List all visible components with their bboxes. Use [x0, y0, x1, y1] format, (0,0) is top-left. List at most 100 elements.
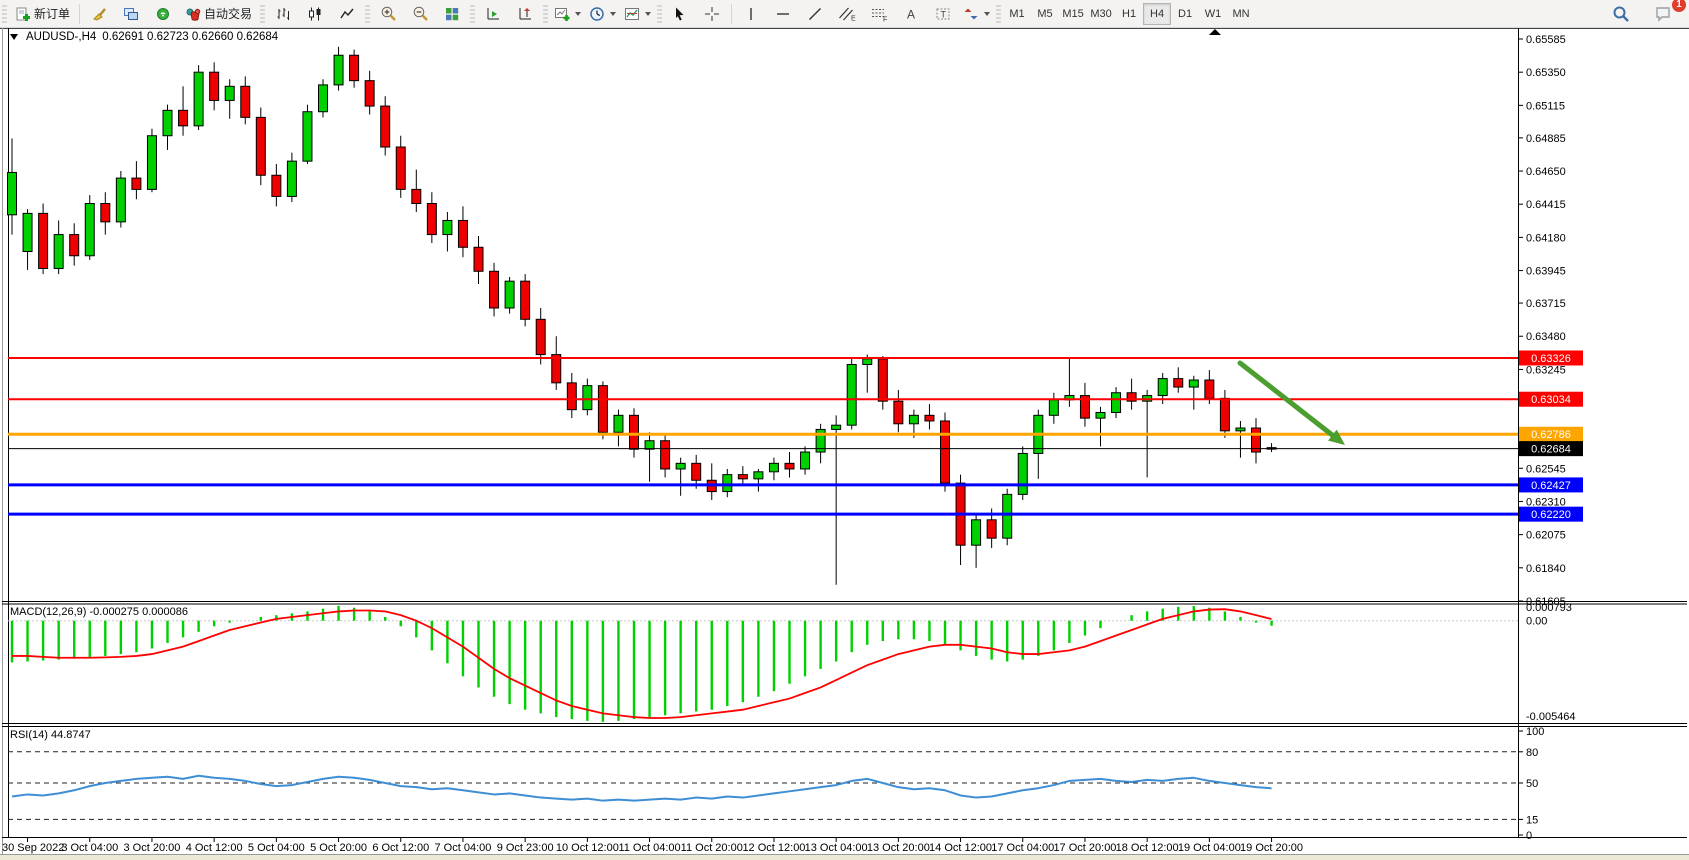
- chart-symbol-period: AUDUSD-,H4: [26, 31, 96, 43]
- clock-icon: [589, 6, 605, 22]
- toolbar-grip: [260, 5, 265, 23]
- auto-scroll-button[interactable]: [477, 2, 509, 26]
- new-chart-icon: [554, 6, 570, 22]
- auto-scroll-icon: [485, 6, 501, 22]
- label-tool-button[interactable]: T: [927, 2, 959, 26]
- market-watch-button[interactable]: [83, 2, 115, 26]
- autotrade-button[interactable]: 自动交易: [179, 2, 258, 26]
- text-tool-glyph: A: [907, 7, 915, 21]
- bar-chart-button[interactable]: [267, 2, 299, 26]
- macd-signal-value: 0.000086: [142, 606, 188, 618]
- timeframe-h4-button[interactable]: H4: [1143, 3, 1171, 25]
- notification-badge: 1: [1672, 0, 1686, 12]
- chart-ohlc-values: 0.62691 0.62723 0.62660 0.62684: [102, 31, 278, 43]
- bar-chart-icon: [275, 6, 291, 22]
- chart-shift-icon: [517, 6, 533, 22]
- chat-bubble-icon: [1654, 5, 1672, 23]
- timeframe-m5-button[interactable]: M5: [1031, 3, 1059, 25]
- channel-glyph: E: [851, 15, 856, 22]
- timeframe-m30-button[interactable]: M30: [1087, 3, 1115, 25]
- toolbar-grip: [543, 5, 548, 23]
- notifications-button[interactable]: 1: [1647, 2, 1679, 26]
- chart-shift-button[interactable]: [509, 2, 541, 26]
- chevron-down-icon: [645, 12, 651, 16]
- toolbar-grip: [2, 5, 7, 23]
- periods-button[interactable]: [585, 2, 620, 26]
- timeframe-w1-button[interactable]: W1: [1199, 3, 1227, 25]
- indicators-button[interactable]: [620, 2, 655, 26]
- search-button[interactable]: [1605, 2, 1637, 26]
- signal-icon: [155, 6, 171, 22]
- channel-tool-button[interactable]: E: [831, 2, 863, 26]
- text-tool-button[interactable]: A: [895, 2, 927, 26]
- vertical-line-icon: [743, 6, 759, 22]
- cursor-tool-button[interactable]: [664, 2, 696, 26]
- toolbar-grip: [996, 5, 1001, 23]
- candlestick-icon: [307, 6, 323, 22]
- cursor-icon: [672, 6, 688, 22]
- time-axis[interactable]: [0, 838, 1518, 856]
- toolbar-grip: [470, 5, 475, 23]
- rsi-name: RSI(14): [10, 729, 48, 741]
- arrows-icon: [963, 6, 979, 22]
- price-axis[interactable]: [1518, 28, 1689, 838]
- chart-canvas[interactable]: [8, 28, 1518, 602]
- terminal-button[interactable]: [115, 2, 147, 26]
- new-order-icon: [15, 6, 31, 22]
- arrows-tool-button[interactable]: [959, 2, 994, 26]
- macd-value: -0.000275: [89, 606, 139, 618]
- search-icon: [1612, 5, 1630, 23]
- zoom-in-button[interactable]: [372, 2, 404, 26]
- chevron-down-icon: [575, 12, 581, 16]
- candlestick-chart-button[interactable]: [299, 2, 331, 26]
- zoom-out-button[interactable]: [404, 2, 436, 26]
- macd-histogram: [12, 606, 1272, 722]
- chevron-down-icon: [984, 12, 990, 16]
- timeframe-mn-button[interactable]: MN: [1227, 3, 1255, 25]
- fibonacci-tool-button[interactable]: F: [863, 2, 895, 26]
- label-tool-glyph: T: [941, 9, 947, 19]
- timeframe-m1-button[interactable]: M1: [1003, 3, 1031, 25]
- divider: [79, 4, 80, 24]
- toolbar: 新订单 自动交易: [0, 0, 1689, 28]
- rsi-indicator-label: RSI(14) 44.8747: [10, 729, 91, 741]
- channel-icon: E: [838, 6, 856, 22]
- divider: [731, 4, 732, 24]
- new-order-label: 新订单: [34, 5, 70, 22]
- broom-icon: [91, 6, 107, 22]
- rsi-value: 44.8747: [51, 729, 91, 741]
- toolbar-grip: [365, 5, 370, 23]
- fibo-glyph: F: [883, 16, 887, 22]
- macd-indicator-label: MACD(12,26,9) -0.000275 0.000086: [10, 606, 188, 618]
- crosshair-tool-button[interactable]: [696, 2, 728, 26]
- macd-signal-line: [12, 609, 1272, 718]
- timeframe-d1-button[interactable]: D1: [1171, 3, 1199, 25]
- horizontal-line-icon: [775, 6, 791, 22]
- indicators-icon: [624, 6, 640, 22]
- windows-icon: [123, 6, 139, 22]
- zoom-out-icon: [412, 5, 429, 22]
- trendline-icon: [807, 6, 823, 22]
- timeframe-h1-button[interactable]: H1: [1115, 3, 1143, 25]
- vertical-line-tool-button[interactable]: [735, 2, 767, 26]
- trendline-tool-button[interactable]: [799, 2, 831, 26]
- signal-button[interactable]: [147, 2, 179, 26]
- chevron-down-icon: [610, 12, 616, 16]
- line-chart-icon: [339, 6, 355, 22]
- horizontal-line-tool-button[interactable]: [767, 2, 799, 26]
- timeframe-m15-button[interactable]: M15: [1059, 3, 1087, 25]
- rsi-line: [12, 776, 1272, 801]
- label-tool-icon: T: [935, 6, 951, 22]
- chart-title: AUDUSD-,H4 0.62691 0.62723 0.62660 0.626…: [10, 31, 278, 43]
- line-chart-button[interactable]: [331, 2, 363, 26]
- rsi-level-lines: [8, 752, 1518, 820]
- macd-name: MACD(12,26,9): [10, 606, 86, 618]
- chevron-down-icon: [10, 34, 18, 40]
- tile-windows-icon: [444, 6, 460, 22]
- crosshair-icon: [704, 6, 720, 22]
- autotrade-label: 自动交易: [204, 5, 252, 22]
- tile-windows-button[interactable]: [436, 2, 468, 26]
- new-chart-button[interactable]: [550, 2, 585, 26]
- zoom-in-icon: [380, 5, 397, 22]
- new-order-button[interactable]: 新订单: [9, 2, 76, 26]
